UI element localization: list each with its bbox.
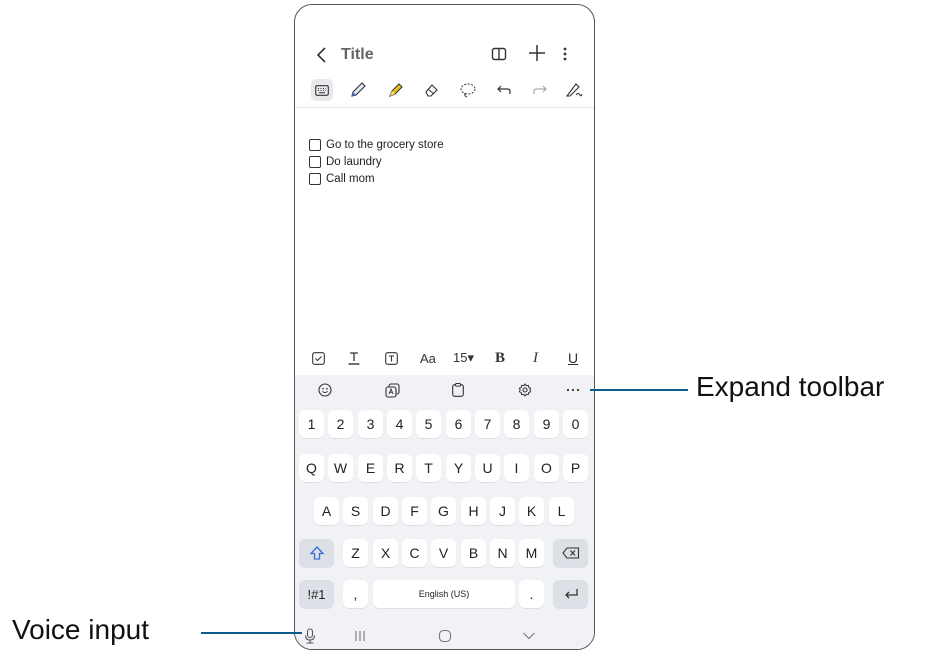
shift-icon xyxy=(309,546,324,560)
back-arrow-icon[interactable] xyxy=(313,44,333,66)
recent-apps-icon[interactable] xyxy=(351,628,369,644)
key-u[interactable]: U xyxy=(475,454,500,482)
undo-icon[interactable] xyxy=(493,79,515,101)
text-background-icon[interactable] xyxy=(385,349,398,367)
navigation-bar xyxy=(295,621,594,649)
comma-key[interactable]: , xyxy=(343,580,368,608)
key-9[interactable]: 9 xyxy=(534,410,559,438)
italic-button[interactable]: I xyxy=(533,349,538,367)
phone-frame: Title Go to the grocery store Do laundry… xyxy=(294,4,595,650)
redo-icon[interactable] xyxy=(529,79,551,101)
expand-toolbar-icon[interactable] xyxy=(564,381,582,399)
key-s[interactable]: S xyxy=(343,497,368,525)
stickers-icon[interactable] xyxy=(383,381,401,399)
clipboard-icon[interactable] xyxy=(449,381,467,399)
drawing-toolbar xyxy=(295,75,594,108)
key-4[interactable]: 4 xyxy=(387,410,412,438)
key-t[interactable]: T xyxy=(416,454,441,482)
book-view-icon[interactable] xyxy=(491,46,507,62)
bold-button[interactable]: B xyxy=(495,349,505,367)
checklist-item-text: Go to the grocery store xyxy=(326,138,444,151)
backspace-key[interactable] xyxy=(553,539,588,567)
font-size-dropdown[interactable]: 15▾ xyxy=(453,349,474,367)
checklist-item[interactable]: Go to the grocery store xyxy=(309,136,444,153)
shift-key[interactable] xyxy=(299,539,334,567)
key-r[interactable]: R xyxy=(387,454,412,482)
key-c[interactable]: C xyxy=(402,539,427,567)
font-style-button[interactable]: Aa xyxy=(420,349,436,367)
expand-toolbar-callout-line xyxy=(590,389,688,391)
key-1[interactable]: 1 xyxy=(299,410,324,438)
backspace-icon xyxy=(561,547,579,559)
enter-key[interactable] xyxy=(553,580,588,608)
checklist-item-text: Call mom xyxy=(326,172,375,185)
key-i[interactable]: I xyxy=(504,454,529,482)
key-0[interactable]: 0 xyxy=(563,410,588,438)
keyboard: 1 2 3 4 5 6 7 8 9 0 Q W E R T Y U I O P … xyxy=(295,375,594,649)
handwriting-icon[interactable] xyxy=(563,79,585,101)
note-title[interactable]: Title xyxy=(341,46,374,64)
keyboard-toolbar xyxy=(295,375,594,405)
eraser-icon[interactable] xyxy=(420,79,442,101)
back-down-icon[interactable] xyxy=(520,628,538,644)
app-bar: Title xyxy=(295,41,594,71)
period-key[interactable]: . xyxy=(519,580,544,608)
key-w[interactable]: W xyxy=(328,454,353,482)
key-e[interactable]: E xyxy=(358,454,383,482)
enter-icon xyxy=(564,589,578,599)
key-x[interactable]: X xyxy=(373,539,398,567)
key-n[interactable]: N xyxy=(490,539,515,567)
voice-input-callout: Voice input xyxy=(12,614,149,645)
key-v[interactable]: V xyxy=(431,539,456,567)
key-3[interactable]: 3 xyxy=(358,410,383,438)
key-f[interactable]: F xyxy=(402,497,427,525)
checkbox-format-icon[interactable] xyxy=(312,349,325,367)
note-body[interactable]: Go to the grocery store Do laundry Call … xyxy=(309,136,444,187)
highlighter-icon[interactable] xyxy=(385,79,407,101)
add-icon[interactable] xyxy=(527,43,547,63)
checklist-item-text: Do laundry xyxy=(326,155,382,168)
key-h[interactable]: H xyxy=(461,497,486,525)
key-6[interactable]: 6 xyxy=(446,410,471,438)
underline-button[interactable]: U xyxy=(568,349,578,367)
settings-icon[interactable] xyxy=(516,381,534,399)
key-j[interactable]: J xyxy=(490,497,515,525)
checklist-item[interactable]: Call mom xyxy=(309,170,444,187)
keyboard-mode-icon[interactable] xyxy=(311,79,333,101)
key-b[interactable]: B xyxy=(461,539,486,567)
key-k[interactable]: K xyxy=(519,497,544,525)
key-o[interactable]: O xyxy=(534,454,559,482)
key-y[interactable]: Y xyxy=(446,454,471,482)
key-l[interactable]: L xyxy=(549,497,574,525)
key-a[interactable]: A xyxy=(314,497,339,525)
key-d[interactable]: D xyxy=(373,497,398,525)
key-8[interactable]: 8 xyxy=(504,410,529,438)
key-5[interactable]: 5 xyxy=(416,410,441,438)
key-7[interactable]: 7 xyxy=(475,410,500,438)
text-color-icon[interactable] xyxy=(347,349,361,367)
space-key[interactable]: English (US) xyxy=(373,580,515,608)
key-m[interactable]: M xyxy=(519,539,544,567)
checklist-item[interactable]: Do laundry xyxy=(309,153,444,170)
key-g[interactable]: G xyxy=(431,497,456,525)
checkbox[interactable] xyxy=(309,172,321,185)
key-p[interactable]: P xyxy=(563,454,588,482)
expand-toolbar-callout: Expand toolbar xyxy=(696,371,885,402)
emoji-icon[interactable] xyxy=(316,381,334,399)
home-icon[interactable] xyxy=(436,628,454,644)
checkbox[interactable] xyxy=(309,138,321,151)
key-2[interactable]: 2 xyxy=(328,410,353,438)
symbols-key[interactable]: !#1 xyxy=(299,580,334,608)
lasso-select-icon[interactable] xyxy=(457,79,479,101)
key-q[interactable]: Q xyxy=(299,454,324,482)
voice-input-icon[interactable] xyxy=(301,628,319,644)
more-options-icon[interactable] xyxy=(561,44,569,64)
format-toolbar: Aa 15▾ B I U xyxy=(295,345,594,371)
key-z[interactable]: Z xyxy=(343,539,368,567)
pen-icon[interactable] xyxy=(347,79,369,101)
voice-input-callout-line xyxy=(201,632,302,634)
checkbox[interactable] xyxy=(309,155,321,168)
